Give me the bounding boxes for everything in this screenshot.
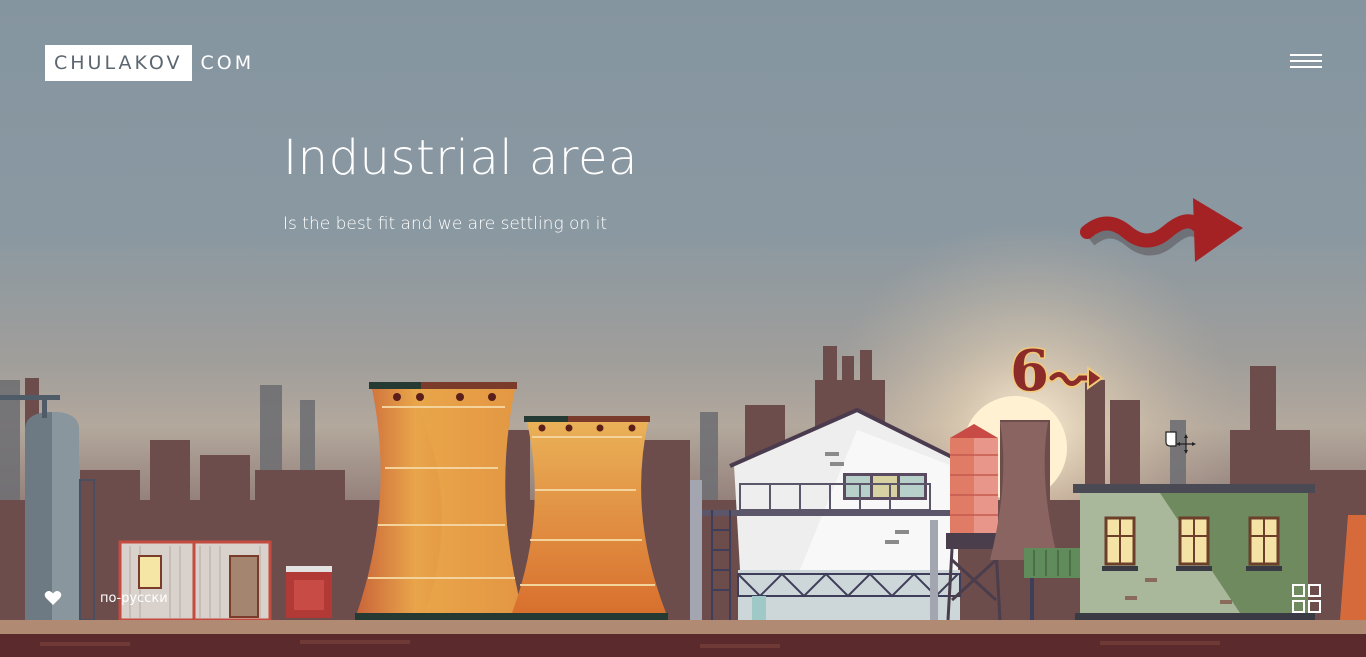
industrial-scene [0, 220, 1366, 657]
hand-move-cursor-icon [1165, 431, 1196, 454]
red-wavy-arrow-icon[interactable] [1075, 190, 1245, 270]
page-title: Industrial area [283, 130, 638, 186]
language-link[interactable]: по-русски [100, 591, 168, 606]
container-cabin [118, 540, 272, 622]
grid-icon[interactable] [1292, 584, 1321, 613]
green-house [1073, 484, 1315, 620]
numeral-sign: 6 [1009, 338, 1104, 406]
heart-icon[interactable] [44, 590, 62, 606]
ground-strip [0, 620, 1366, 634]
generator-box [286, 566, 332, 618]
logo-primary: CHULAKOV [45, 45, 192, 81]
cooling-tower-large [355, 382, 525, 620]
menu-button[interactable] [1290, 54, 1322, 70]
ground-base [0, 634, 1366, 657]
hamburger-icon [1290, 54, 1322, 56]
logo-secondary: COM [200, 52, 255, 74]
page-subtitle: Is the best fit and we are settling on i… [283, 214, 608, 234]
site-logo[interactable]: CHULAKOV COM [45, 45, 254, 81]
sign-text: 6 [1010, 338, 1049, 404]
